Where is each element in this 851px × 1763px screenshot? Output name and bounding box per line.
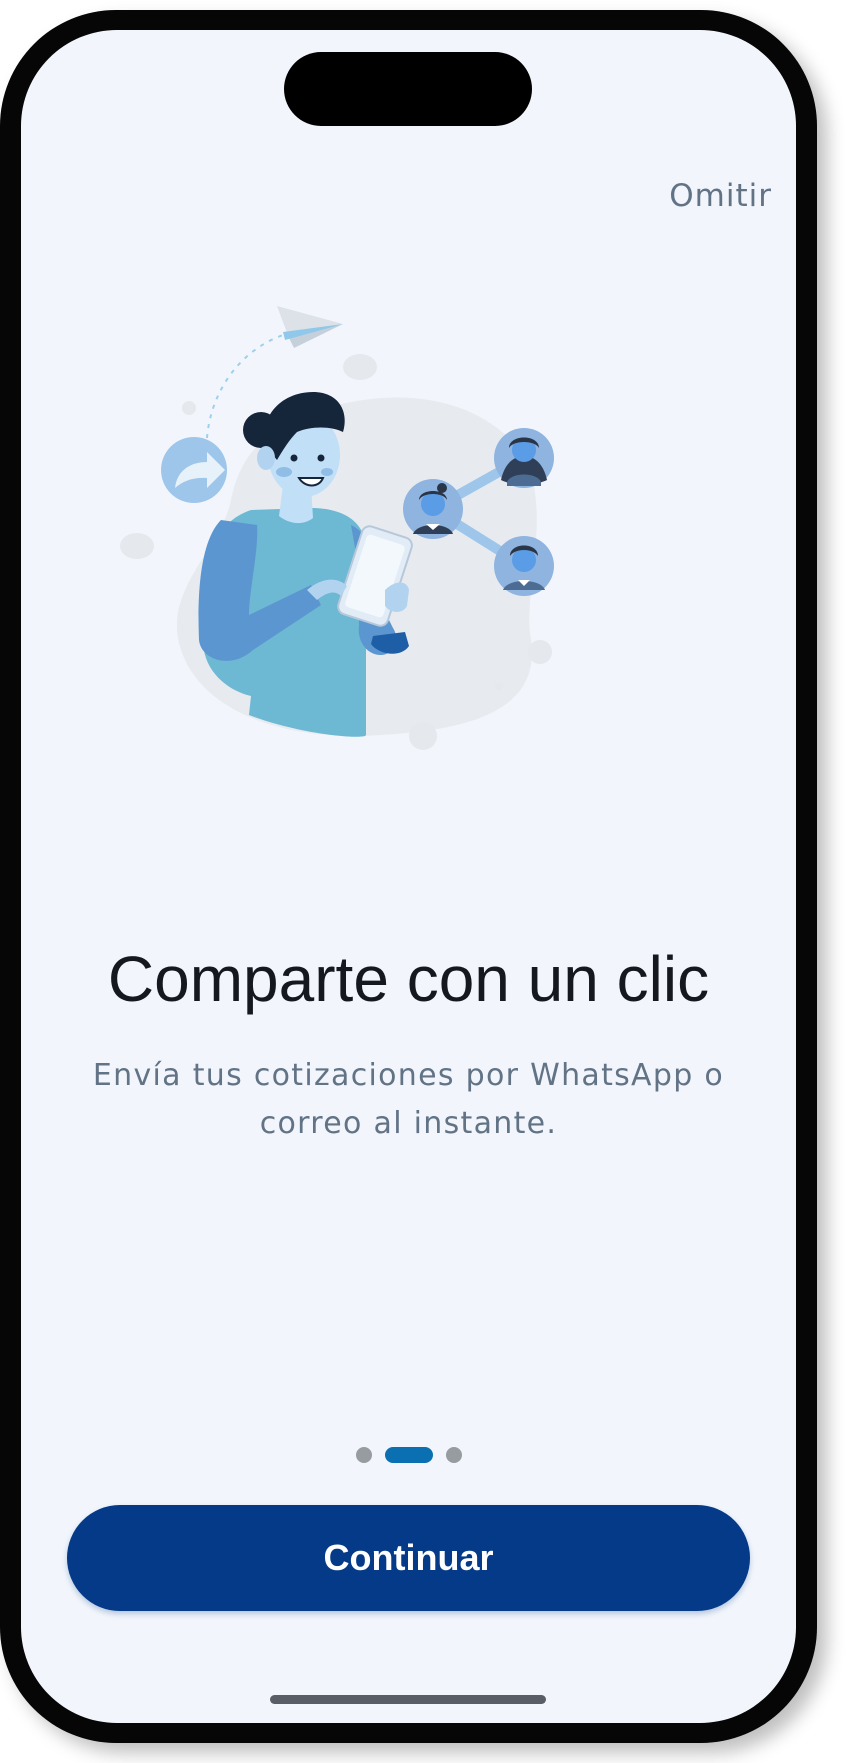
- pagination-dot[interactable]: [355, 1447, 372, 1463]
- home-indicator: [270, 1695, 546, 1704]
- pagination-dot[interactable]: [445, 1447, 462, 1463]
- pagination-dots: [21, 1447, 796, 1463]
- page-title: Comparte con un clic: [107, 943, 710, 1015]
- onboarding-illustration: [120, 306, 554, 750]
- continue-button[interactable]: Continuar: [67, 1505, 750, 1611]
- paper-plane-icon: [277, 306, 343, 348]
- onboarding-screen: Omitir Comparte con un clic Envía tus co…: [21, 30, 796, 1723]
- share-icon: [161, 437, 227, 503]
- page-subtitle: Envía tus cotizaciones por WhatsApp o co…: [92, 1058, 725, 1141]
- phone-frame: Omitir Comparte con un clic Envía tus co…: [0, 10, 817, 1743]
- pagination-dot-active[interactable]: [384, 1447, 433, 1463]
